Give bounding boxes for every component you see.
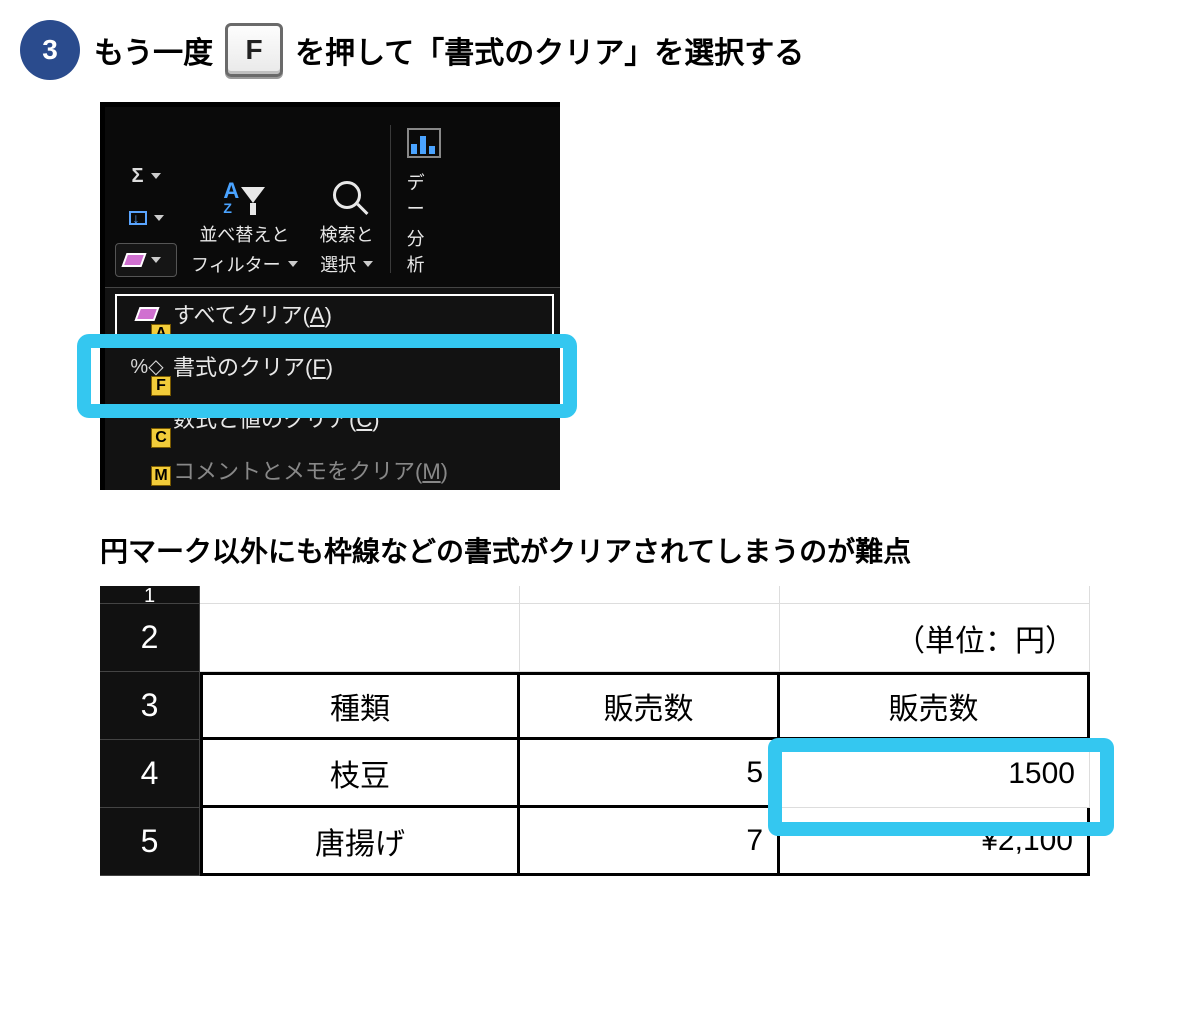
menu-item-clear-formats[interactable]: %◇ 書式のクリア(F) F	[105, 340, 560, 392]
cell-unit-label[interactable]: （単位：円）	[780, 604, 1090, 672]
menu-accel-letter: F	[312, 355, 325, 380]
menu-accel-letter: A	[310, 303, 325, 328]
row-header-1[interactable]: 1	[100, 586, 200, 604]
keycap-f: F	[225, 23, 283, 77]
cell-header-sales-count[interactable]: 販売数	[520, 672, 780, 740]
menu-item-clear-comments[interactable]: コメントとメモをクリア(M) M	[105, 444, 560, 488]
menu-accel-letter: C	[356, 407, 372, 432]
ribbon-divider	[390, 125, 391, 273]
step-text-before: もう一度	[94, 28, 213, 72]
eraser-icon	[121, 253, 146, 267]
fill-down-icon	[129, 211, 147, 225]
menu-item-clear-all[interactable]: すべてクリア(A) A	[105, 288, 560, 340]
step-number-badge: 3	[20, 20, 80, 80]
key-hint-m: M	[151, 466, 171, 486]
step-instruction: もう一度 F を押して「書式のクリア」を選択する	[94, 23, 804, 77]
menu-label: すべてクリア(	[173, 303, 310, 328]
excel-ribbon-screenshot: Σ AZ 並べ替えと フィルター	[100, 102, 560, 490]
cell[interactable]	[520, 586, 780, 604]
find-select-label-2: 選択	[320, 251, 356, 277]
chevron-down-icon	[288, 261, 298, 267]
data-label-2: 分析	[407, 225, 441, 277]
menu-label: コメントとメモをクリア(	[173, 459, 422, 484]
chevron-down-icon	[363, 261, 373, 267]
cell[interactable]	[520, 604, 780, 672]
clear-dropdown-menu: すべてクリア(A) A %◇ 書式のクリア(F) F 数式と値のクリア(C) C…	[105, 287, 560, 490]
step-heading: 3 もう一度 F を押して「書式のクリア」を選択する	[20, 20, 1165, 80]
sigma-icon: Σ	[131, 165, 143, 188]
excel-sheet-screenshot: 1 2 （単位：円） 3 種類 販売数 販売数 4 枝豆 5 1500 5 唐揚…	[100, 586, 1110, 876]
menu-label: 数式と値のクリア(	[173, 407, 356, 432]
chevron-down-icon	[151, 257, 161, 263]
cell[interactable]	[200, 586, 520, 604]
cell[interactable]	[200, 604, 520, 672]
cell-item-edamame[interactable]: 枝豆	[200, 740, 520, 808]
clear-button[interactable]	[115, 243, 177, 277]
menu-tail: )	[326, 355, 333, 380]
sort-filter-label-2: フィルター	[191, 251, 281, 277]
autosum-button[interactable]: Σ	[115, 159, 177, 193]
sort-az-icon: AZ	[223, 178, 239, 212]
percent-eraser-icon: %◇	[133, 354, 161, 378]
cell-item-karaage[interactable]: 唐揚げ	[200, 808, 520, 876]
menu-tail: )	[372, 407, 379, 432]
sort-filter-label-1: 並べ替えと	[199, 221, 289, 247]
sort-filter-button[interactable]: AZ 並べ替えと フィルター	[183, 173, 306, 277]
data-analysis-button[interactable]: デー 分析	[399, 121, 449, 277]
menu-label: 書式のクリア(	[173, 355, 312, 380]
find-select-label-1: 検索と	[320, 221, 374, 247]
cell-count-edamame[interactable]: 5	[520, 740, 780, 808]
row-header-2[interactable]: 2	[100, 604, 200, 672]
chevron-down-icon	[151, 173, 161, 179]
chart-icon	[407, 128, 441, 158]
cell-header-type[interactable]: 種類	[200, 672, 520, 740]
note-text: 円マーク以外にも枠線などの書式がクリアされてしまうのが難点	[100, 530, 1165, 570]
blank-icon	[133, 406, 161, 430]
cell[interactable]	[780, 586, 1090, 604]
ribbon-small-column: Σ	[115, 159, 177, 277]
step-text-after: を押して「書式のクリア」を選択する	[295, 28, 804, 72]
menu-item-clear-contents[interactable]: 数式と値のクリア(C) C	[105, 392, 560, 444]
menu-tail: )	[441, 459, 448, 484]
row-header-3[interactable]: 3	[100, 672, 200, 740]
menu-tail: )	[325, 303, 332, 328]
data-label-1: デー	[407, 169, 441, 221]
menu-accel-letter: M	[422, 459, 440, 484]
row-header-5[interactable]: 5	[100, 808, 200, 876]
ribbon-editing-group: Σ AZ 並べ替えと フィルター	[105, 117, 560, 287]
cell-amount-edamame[interactable]: 1500	[780, 740, 1090, 808]
cell-header-sales-amount[interactable]: 販売数	[780, 672, 1090, 740]
eraser-icon	[133, 302, 161, 326]
fill-button[interactable]	[115, 201, 177, 235]
sheet-grid: 1 2 （単位：円） 3 種類 販売数 販売数 4 枝豆 5 1500 5 唐揚…	[100, 586, 1110, 876]
cell-count-karaage[interactable]: 7	[520, 808, 780, 876]
chevron-down-icon	[154, 215, 164, 221]
cell-amount-karaage[interactable]: ¥2,100	[780, 808, 1090, 876]
magnifier-icon	[333, 181, 361, 209]
row-header-4[interactable]: 4	[100, 740, 200, 808]
filter-funnel-icon	[241, 187, 265, 203]
find-select-button[interactable]: 検索と 選択	[312, 173, 382, 277]
